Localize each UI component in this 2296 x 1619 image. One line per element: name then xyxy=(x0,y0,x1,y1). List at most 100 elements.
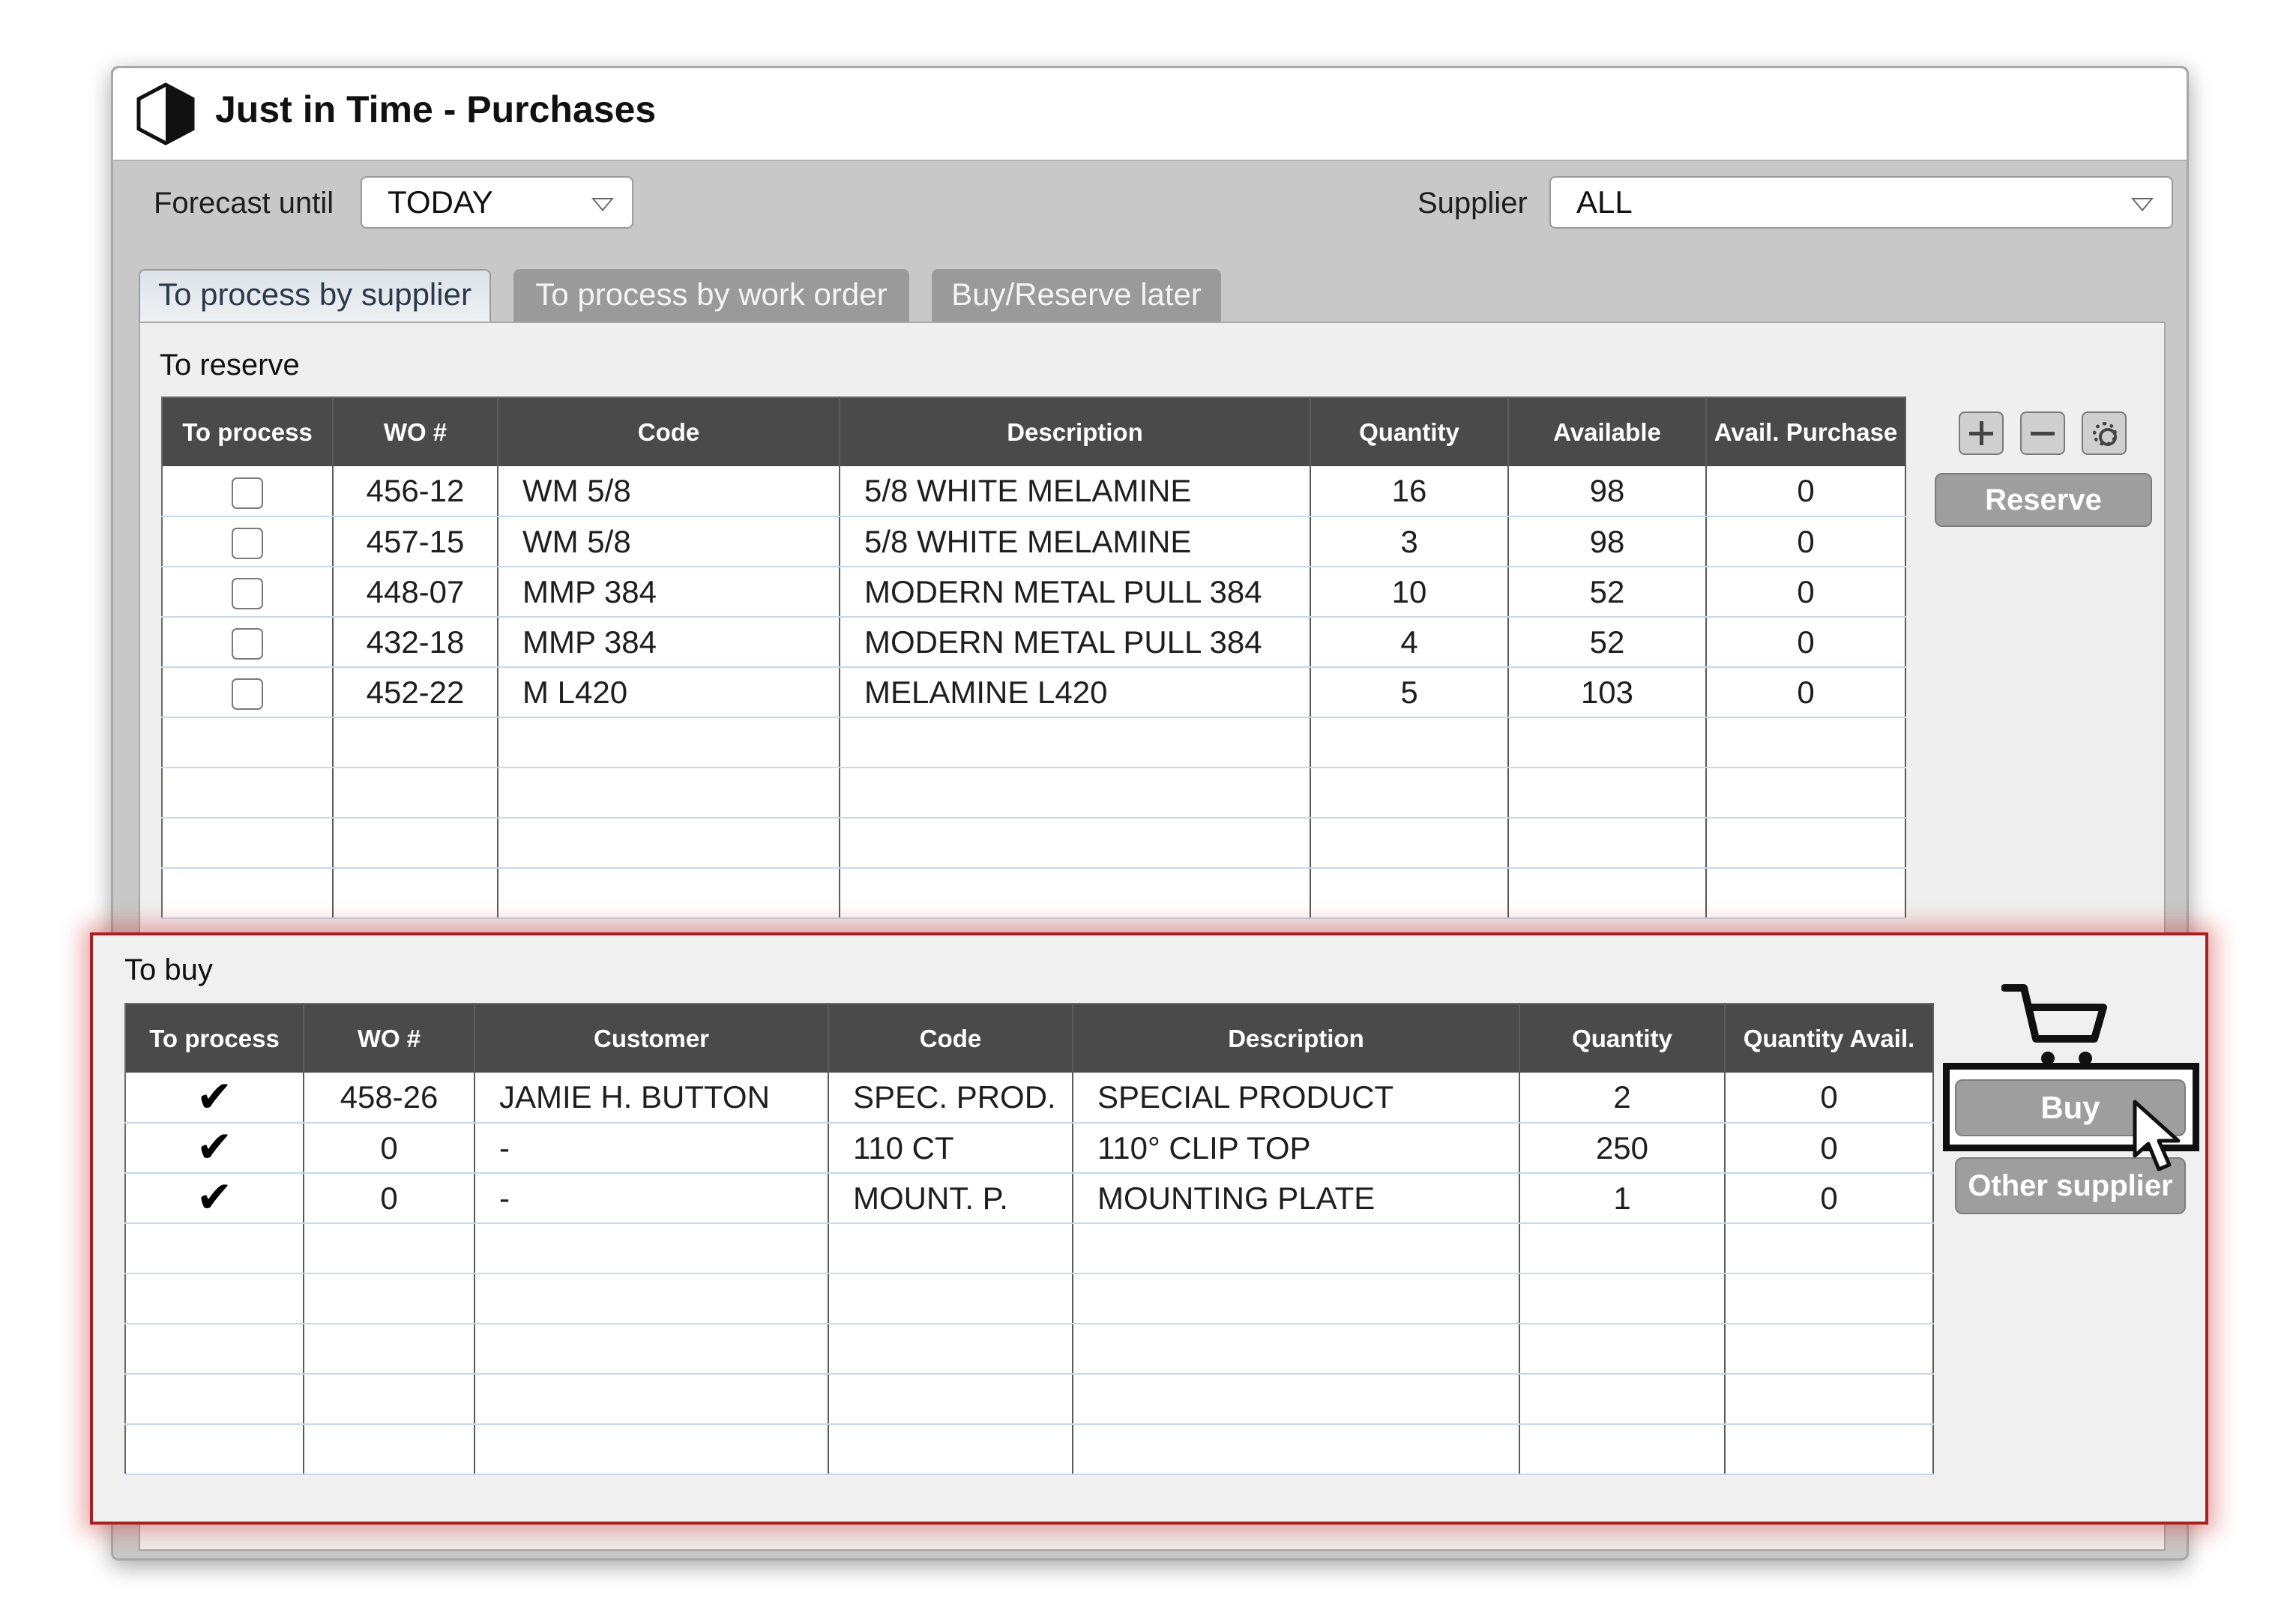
avail-purchase-cell: 0 xyxy=(1706,516,1906,567)
empty-cell xyxy=(840,717,1311,768)
empty-cell xyxy=(1519,1223,1726,1274)
empty-row xyxy=(162,717,1906,768)
column-header[interactable]: To process xyxy=(162,397,334,466)
to-process-cell[interactable] xyxy=(162,567,334,618)
to-process-cell[interactable] xyxy=(162,667,334,718)
column-header[interactable]: Quantity xyxy=(1519,1004,1726,1073)
checkbox[interactable] xyxy=(232,628,263,660)
add-row-button[interactable] xyxy=(1959,411,2004,455)
to-process-cell[interactable]: ✔ xyxy=(125,1073,304,1124)
column-header[interactable]: Code xyxy=(828,1004,1073,1073)
quantity-avail-cell: 0 xyxy=(1725,1123,1934,1174)
quantity-cell: 2 xyxy=(1519,1073,1726,1124)
column-header[interactable]: Code xyxy=(498,397,840,466)
tab-by-supplier[interactable]: To process by supplier xyxy=(139,269,491,322)
empty-cell xyxy=(1519,1424,1726,1475)
wo-cell: 457-15 xyxy=(333,516,498,567)
available-cell: 98 xyxy=(1508,516,1707,567)
quantity-cell: 3 xyxy=(1310,516,1509,567)
table-row[interactable]: 456-12 WM 5/8 5/8 WHITE MELAMINE 16 98 0 xyxy=(162,466,1906,517)
table-row[interactable]: 448-07 MMP 384 MODERN METAL PULL 384 10 52 0 xyxy=(162,567,1906,618)
quantity-cell: 4 xyxy=(1310,617,1509,668)
avail-purchase-cell: 0 xyxy=(1706,567,1906,618)
column-header[interactable]: WO # xyxy=(304,1004,475,1073)
table-row[interactable]: 452-22 M L420 MELAMINE L420 5 103 0 xyxy=(162,667,1906,718)
empty-cell xyxy=(1073,1324,1520,1375)
tab-buy-reserve-later[interactable]: Buy/Reserve later xyxy=(932,269,1221,322)
empty-cell xyxy=(474,1273,829,1324)
available-cell: 52 xyxy=(1508,567,1707,618)
to-process-cell[interactable] xyxy=(162,516,334,567)
column-header[interactable]: Description xyxy=(1073,1004,1520,1073)
to-process-cell[interactable] xyxy=(162,466,334,517)
empty-cell xyxy=(828,1223,1073,1274)
empty-cell xyxy=(474,1223,829,1274)
code-cell: SPEC. PROD. xyxy=(828,1073,1073,1124)
to-process-cell[interactable] xyxy=(162,617,334,668)
column-header[interactable]: Quantity Avail. xyxy=(1725,1004,1934,1073)
empty-row xyxy=(125,1273,1934,1324)
empty-cell xyxy=(1725,1324,1934,1375)
empty-cell xyxy=(1310,717,1509,768)
column-header[interactable]: Quantity xyxy=(1310,397,1509,466)
empty-cell xyxy=(498,868,840,919)
reserve-button[interactable]: Reserve xyxy=(1935,473,2152,527)
wo-cell: 456-12 xyxy=(333,466,498,517)
code-cell: 110 CT xyxy=(828,1123,1073,1174)
empty-cell xyxy=(125,1424,304,1475)
empty-cell xyxy=(1519,1273,1726,1324)
tab-by-work-order[interactable]: To process by work order xyxy=(513,269,909,322)
settings-button[interactable] xyxy=(2082,411,2127,455)
customer-cell: JAMIE H. BUTTON xyxy=(474,1073,829,1124)
table-row[interactable]: 457-15 WM 5/8 5/8 WHITE MELAMINE 3 98 0 xyxy=(162,516,1906,567)
to-process-cell[interactable]: ✔ xyxy=(125,1173,304,1224)
checkmark-icon[interactable]: ✔ xyxy=(196,1075,233,1118)
quantity-avail-cell: 0 xyxy=(1725,1173,1934,1224)
wo-cell: 0 xyxy=(304,1173,475,1224)
forecast-select[interactable]: TODAY xyxy=(361,176,633,229)
window-title: Just in Time - Purchases xyxy=(215,88,657,130)
supplier-select[interactable]: ALL xyxy=(1549,176,2173,229)
empty-cell xyxy=(1310,818,1509,869)
to-buy-section: To buy To process WO # Customer Code Descrip… xyxy=(90,932,2208,1525)
empty-cell xyxy=(333,818,498,869)
remove-row-button[interactable] xyxy=(2020,411,2065,455)
checkbox[interactable] xyxy=(232,578,263,610)
checkbox[interactable] xyxy=(232,678,263,711)
gear-icon xyxy=(2093,422,2117,446)
description-cell: 110° CLIP TOP xyxy=(1073,1123,1520,1174)
quantity-cell: 16 xyxy=(1310,466,1509,517)
empty-cell xyxy=(304,1324,475,1375)
table-row[interactable]: ✔ 0-110 CT 110° CLIP TOP 250 0 xyxy=(125,1123,1934,1174)
quantity-cell: 1 xyxy=(1519,1173,1726,1224)
empty-cell xyxy=(162,717,334,768)
checkmark-icon[interactable]: ✔ xyxy=(196,1176,233,1219)
quantity-cell: 250 xyxy=(1519,1123,1726,1174)
empty-cell xyxy=(162,768,334,818)
checkbox[interactable] xyxy=(232,477,263,509)
description-cell: MELAMINE L420 xyxy=(840,667,1311,718)
empty-row xyxy=(125,1223,1934,1274)
column-header[interactable]: To process xyxy=(125,1004,304,1073)
checkbox[interactable] xyxy=(232,528,263,560)
column-header[interactable]: Avail. Purchase xyxy=(1706,397,1906,466)
description-cell: SPECIAL PRODUCT xyxy=(1073,1073,1520,1124)
avail-purchase-cell: 0 xyxy=(1706,466,1906,517)
table-row[interactable]: ✔ 0- MOUNT. P. MOUNTING PLATE 1 0 xyxy=(125,1173,1934,1224)
empty-cell xyxy=(1706,717,1906,768)
supplier-label: Supplier xyxy=(1417,187,1528,220)
empty-cell xyxy=(498,717,840,768)
empty-cell xyxy=(1725,1424,1934,1475)
empty-cell xyxy=(1706,868,1906,919)
table-row[interactable]: 432-18 MMP 384 MODERN METAL PULL 384 4 52 0 xyxy=(162,617,1906,668)
table-row[interactable]: ✔ 458-26 JAMIE H. BUTTON SPEC. PROD. SPECIAL… xyxy=(125,1073,1934,1124)
column-header[interactable]: Customer xyxy=(474,1004,829,1073)
column-header[interactable]: Description xyxy=(840,397,1311,466)
empty-cell xyxy=(840,768,1311,818)
to-process-cell[interactable]: ✔ xyxy=(125,1123,304,1174)
checkmark-icon[interactable]: ✔ xyxy=(196,1126,233,1169)
empty-cell xyxy=(1519,1324,1726,1375)
column-header[interactable]: Available xyxy=(1508,397,1707,466)
column-header[interactable]: WO # xyxy=(333,397,498,466)
empty-cell xyxy=(125,1324,304,1375)
